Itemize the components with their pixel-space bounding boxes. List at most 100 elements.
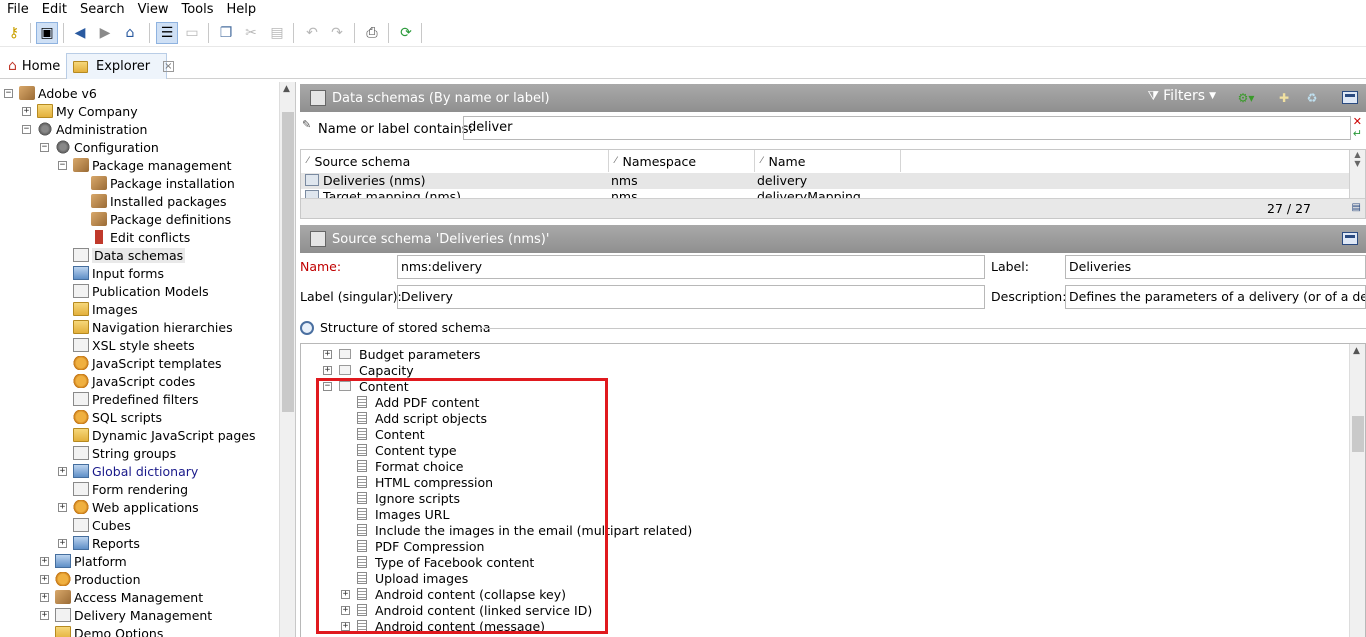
close-icon[interactable]: ×	[163, 61, 174, 72]
tree-item[interactable]: XSL style sheets	[58, 336, 195, 354]
menu-view[interactable]: View	[131, 0, 175, 19]
tree-item[interactable]: Package installation	[76, 174, 235, 192]
tab-home[interactable]: ⌂ Home	[2, 53, 66, 79]
tree-item[interactable]: Images	[58, 300, 138, 318]
tree-item[interactable]: + Delivery Management	[40, 606, 212, 624]
column-header-namespace[interactable]: ⁄ Namespace	[609, 150, 755, 172]
delete-icon[interactable]: ♻	[1302, 88, 1322, 108]
tree-item[interactable]: String groups	[58, 444, 176, 462]
minimize-icon[interactable]	[1342, 91, 1358, 104]
refresh-icon[interactable]: ⟳	[395, 22, 417, 44]
doc-icon	[73, 482, 89, 496]
list-config-icon[interactable]: ▤	[1352, 202, 1361, 213]
copy-icon[interactable]: ❐	[215, 22, 237, 44]
apply-icon[interactable]: ↵	[1353, 127, 1362, 140]
tree-item[interactable]: − Configuration	[40, 138, 159, 156]
new-icon[interactable]: ✚	[1274, 88, 1294, 108]
explorer-view-icon[interactable]: ▣	[36, 22, 58, 44]
minimize-icon[interactable]	[1342, 232, 1358, 245]
scroll-thumb[interactable]	[1352, 416, 1364, 452]
collapse-icon[interactable]: −	[4, 88, 13, 98]
home-folder-icon[interactable]: ⌂	[119, 22, 141, 44]
menu-file[interactable]: File	[0, 0, 35, 19]
menu-tools[interactable]: Tools	[174, 0, 219, 19]
tree-item[interactable]: Publication Models	[58, 282, 209, 300]
forward-icon[interactable]: ▶	[94, 22, 116, 44]
back-icon[interactable]: ◀	[69, 22, 91, 44]
paste-icon[interactable]: ▤	[266, 22, 288, 44]
tree-item[interactable]: Demo Options	[40, 624, 163, 637]
redo-icon[interactable]: ↷	[326, 22, 348, 44]
undo-icon[interactable]: ↶	[301, 22, 323, 44]
list-scrollbar[interactable]: ▲ ▼	[1349, 150, 1365, 198]
scroll-up-icon[interactable]: ▲	[283, 84, 290, 94]
tree-item[interactable]: + Platform	[40, 552, 127, 570]
tab-explorer[interactable]: Explorer ×	[66, 53, 174, 79]
expand-icon[interactable]: +	[323, 365, 332, 375]
expand-icon[interactable]: +	[58, 538, 67, 548]
collapse-icon[interactable]: −	[58, 160, 67, 170]
tree-item[interactable]: Package definitions	[76, 210, 231, 228]
tree-scrollbar[interactable]: ▲	[279, 82, 295, 637]
tree-item[interactable]: − Administration	[22, 120, 147, 138]
singular-field[interactable]: Delivery	[397, 285, 985, 309]
print-icon[interactable]: ⎙	[361, 22, 383, 44]
tree-item[interactable]: + Access Management	[40, 588, 203, 606]
tree-item[interactable]: + Web applications	[58, 498, 199, 516]
tree-item[interactable]: + Production	[40, 570, 141, 588]
tree-item[interactable]: SQL scripts	[58, 408, 162, 426]
key-icon[interactable]: ⚷	[3, 22, 25, 44]
menu-help[interactable]: Help	[220, 0, 263, 19]
name-field[interactable]: nms:delivery	[397, 255, 985, 279]
collapse-icon[interactable]: −	[22, 124, 31, 134]
tree-item[interactable]: − Package management	[58, 156, 232, 174]
tree-item[interactable]: Predefined filters	[58, 390, 198, 408]
tree-item[interactable]: JavaScript codes	[58, 372, 195, 390]
structure-node[interactable]: + Capacity	[323, 362, 414, 378]
collapse-icon[interactable]: −	[40, 142, 49, 152]
schema-icon	[305, 174, 319, 186]
expand-icon[interactable]: +	[40, 574, 49, 584]
menu-edit[interactable]: Edit	[35, 0, 73, 19]
list-panel-title: Data schemas (By name or label)	[332, 90, 550, 106]
structure-scrollbar[interactable]: ▲	[1349, 344, 1365, 637]
tree-item[interactable]: + My Company	[22, 102, 138, 120]
filters-button[interactable]: ⧩ Filters ▼	[1148, 88, 1217, 104]
tree-item-label: Adobe v6	[38, 85, 97, 101]
tree-item[interactable]: Data schemas	[58, 246, 186, 264]
search-input[interactable]: deliver	[463, 116, 1351, 140]
label-field[interactable]: Deliveries	[1065, 255, 1366, 279]
actions-icon[interactable]: ⚙▾	[1236, 88, 1256, 108]
expand-icon[interactable]: +	[40, 556, 49, 566]
scroll-up-icon[interactable]: ▲	[1353, 346, 1360, 356]
structure-node[interactable]: + Budget parameters	[323, 346, 480, 362]
tree-item[interactable]: Form rendering	[58, 480, 188, 498]
detail-view-icon[interactable]: ▭	[181, 22, 203, 44]
menu-search[interactable]: Search	[73, 0, 131, 19]
expand-icon[interactable]: +	[40, 610, 49, 620]
expand-icon[interactable]: +	[323, 349, 332, 359]
tree-item[interactable]: Navigation hierarchies	[58, 318, 233, 336]
tree-item[interactable]: + Reports	[58, 534, 140, 552]
tree-item[interactable]: + Global dictionary	[58, 462, 198, 480]
tree-item[interactable]: Cubes	[58, 516, 131, 534]
table-row[interactable]: Target mapping (nms) nms deliveryMapping	[301, 189, 1349, 198]
description-field[interactable]: Defines the parameters of a delivery (or…	[1065, 285, 1366, 309]
column-header-name[interactable]: ⁄ Name	[755, 150, 901, 172]
tree-item[interactable]: − Adobe v6	[4, 84, 97, 102]
table-row[interactable]: Deliveries (nms) nms delivery	[301, 173, 1349, 189]
tree-item-label: Edit conflicts	[110, 229, 191, 245]
scroll-thumb[interactable]	[282, 112, 294, 412]
tree-item[interactable]: JavaScript templates	[58, 354, 222, 372]
expand-icon[interactable]: +	[58, 502, 67, 512]
tree-item[interactable]: Edit conflicts	[76, 228, 190, 246]
tree-item[interactable]: Dynamic JavaScript pages	[58, 426, 255, 444]
cut-icon[interactable]: ✂	[240, 22, 262, 44]
expand-icon[interactable]: +	[58, 466, 67, 476]
tree-item[interactable]: Input forms	[58, 264, 164, 282]
tree-item[interactable]: Installed packages	[76, 192, 227, 210]
list-view-icon[interactable]: ☰	[156, 22, 178, 44]
expand-icon[interactable]: +	[22, 106, 31, 116]
expand-icon[interactable]: +	[40, 592, 49, 602]
column-header-source-schema[interactable]: ⁄ Source schema	[301, 150, 609, 172]
